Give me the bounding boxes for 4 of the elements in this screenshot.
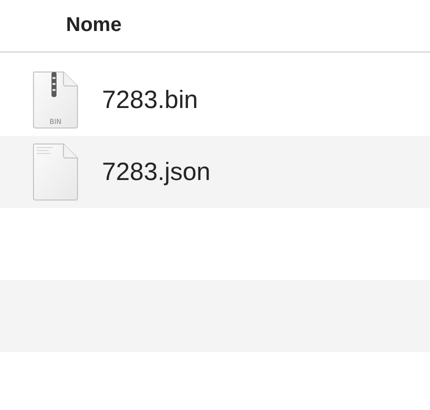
file-name[interactable]: 7283.json [102, 158, 210, 186]
column-header[interactable]: Nome [66, 14, 122, 37]
file-name[interactable]: 7283.bin [102, 86, 198, 114]
document-icon [32, 143, 79, 201]
